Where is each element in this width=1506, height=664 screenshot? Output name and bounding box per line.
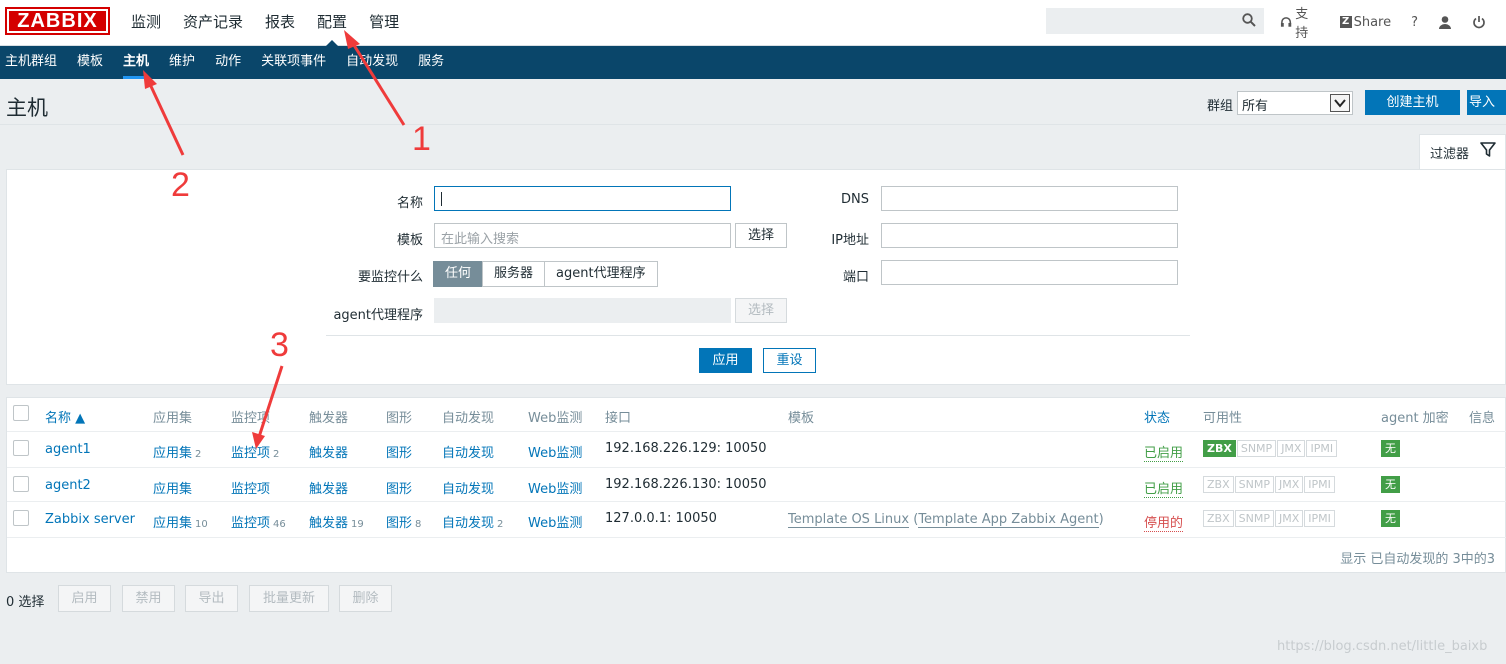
- annotation-arrow-3: [252, 365, 284, 449]
- annotation-arrows: [143, 30, 406, 449]
- annotation-label-2: 2: [171, 166, 190, 204]
- annotation-arrow-2: [143, 70, 185, 156]
- annotation-label-1: 1: [412, 120, 431, 158]
- annotation-label-3: 3: [270, 326, 289, 364]
- annotation-arrow-1: [344, 30, 406, 126]
